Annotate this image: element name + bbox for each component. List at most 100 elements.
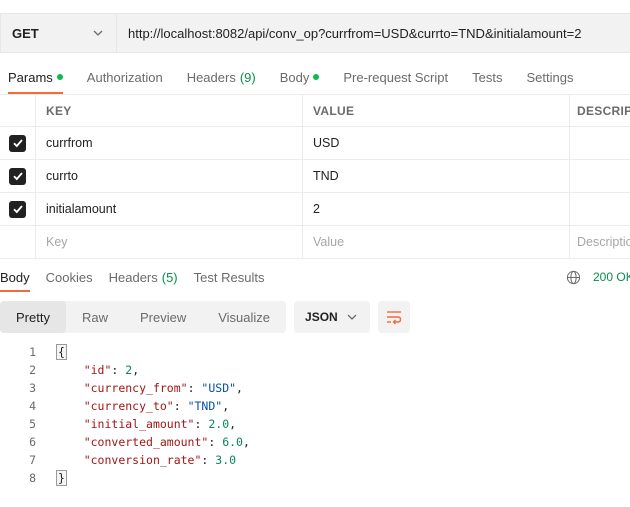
json-separator: , [242, 435, 250, 449]
code-content: { [56, 344, 67, 360]
code-content: "currency_from": "USD", [83, 381, 243, 395]
param-value[interactable]: 2 [303, 193, 570, 225]
code-content: "initial_amount": 2.0, [83, 417, 237, 431]
code-line: 4 "currency_to": "TND", [0, 397, 630, 415]
response-tab-test-results[interactable]: Test Results [194, 262, 265, 292]
param-key[interactable]: currfrom [36, 127, 303, 159]
format-label: JSON [305, 310, 338, 324]
tab-authorization[interactable]: Authorization [87, 60, 163, 94]
response-tab-test-results-label: Test Results [193, 269, 265, 285]
table-row-new: Key Value Description [0, 226, 630, 259]
code-content: "id": 2, [83, 363, 140, 377]
json-key: "currency_from" [83, 381, 188, 395]
chevron-down-icon [93, 30, 103, 36]
code-line: 3 "currency_from": "USD", [0, 379, 630, 397]
pretty-button[interactable]: Pretty [0, 301, 66, 333]
row-checkbox-cell [0, 193, 36, 225]
request-tabs: Params Authorization Headers (9) Body Pr… [0, 60, 630, 94]
json-key: "converted_amount" [83, 435, 209, 449]
response-tab-cookies-label: Cookies [45, 269, 93, 285]
param-description[interactable] [570, 127, 630, 159]
header-key: KEY [36, 95, 303, 126]
param-checkbox[interactable] [9, 167, 26, 185]
tab-headers[interactable]: Headers (9) [187, 60, 256, 94]
tab-tests[interactable]: Tests [472, 60, 502, 94]
new-description-input[interactable]: Description [570, 226, 630, 258]
json-key: "initial_amount" [83, 417, 195, 431]
preview-button[interactable]: Preview [124, 301, 202, 333]
code-line: 7 "conversion_rate": 3.0 [0, 451, 630, 469]
param-checkbox[interactable] [9, 200, 26, 218]
new-key-input[interactable]: Key [36, 226, 303, 258]
visualize-button[interactable]: Visualize [202, 301, 286, 333]
response-body-editor[interactable]: 1 { 2 "id": 2, 3 "currency_from": "USD",… [0, 343, 630, 487]
raw-button[interactable]: Raw [66, 301, 124, 333]
checkmark-icon [12, 139, 23, 148]
request-url-bar: GET http://localhost:8082/api/conv_op?cu… [0, 13, 630, 53]
tab-authorization-label: Authorization [86, 69, 163, 85]
response-tab-cookies[interactable]: Cookies [46, 262, 93, 292]
tab-tests-label: Tests [472, 69, 503, 85]
code-line: 1 { [0, 343, 630, 361]
table-row: initialamount 2 [0, 193, 630, 226]
code-line: 6 "converted_amount": 6.0, [0, 433, 630, 451]
new-value-input[interactable]: Value [303, 226, 570, 258]
param-description[interactable] [570, 193, 630, 225]
line-number: 2 [29, 363, 36, 377]
json-value: 2.0 [208, 417, 230, 431]
globe-icon[interactable] [566, 270, 581, 285]
param-key[interactable]: currto [36, 160, 303, 192]
param-description[interactable] [570, 160, 630, 192]
response-status: 200 OK [566, 262, 630, 292]
tab-prerequest-label: Pre-request Script [343, 69, 449, 85]
tab-body[interactable]: Body [280, 60, 320, 94]
header-value: VALUE [303, 95, 570, 126]
param-value[interactable]: TND [303, 160, 570, 192]
line-number: 1 [29, 345, 36, 359]
view-mode-segmented: Pretty Raw Preview Visualize [0, 301, 287, 333]
response-tab-headers[interactable]: Headers (5) [109, 262, 178, 292]
response-tab-headers-label: Headers [108, 269, 158, 285]
line-number: 6 [29, 435, 36, 449]
response-tab-body-label: Body [0, 269, 30, 285]
json-key: "conversion_rate" [83, 453, 202, 467]
json-value: "TND" [187, 399, 223, 413]
header-checkbox-cell [0, 95, 36, 126]
line-number: 4 [29, 399, 36, 413]
tab-settings[interactable]: Settings [526, 60, 573, 94]
tab-headers-count: (9) [239, 69, 256, 85]
response-toolbar: Pretty Raw Preview Visualize JSON [0, 301, 411, 333]
url-input[interactable]: http://localhost:8082/api/conv_op?currfr… [116, 13, 630, 53]
wrap-lines-button[interactable] [378, 301, 411, 333]
param-checkbox[interactable] [9, 134, 26, 152]
param-key[interactable]: initialamount [36, 193, 303, 225]
response-tab-body[interactable]: Body [0, 262, 30, 292]
table-row: currto TND [0, 160, 630, 193]
tab-prerequest-script[interactable]: Pre-request Script [343, 60, 448, 94]
line-number: 8 [29, 471, 36, 485]
chevron-down-icon [347, 314, 357, 320]
table-row: currfrom USD [0, 127, 630, 160]
code-content: "conversion_rate": 3.0 [83, 453, 237, 467]
row-checkbox-cell [0, 160, 36, 192]
code-content: } [56, 470, 67, 486]
body-active-dot [313, 74, 320, 80]
json-value: 6.0 [222, 435, 243, 449]
wrap-lines-icon [387, 311, 402, 325]
param-value[interactable]: USD [303, 127, 570, 159]
line-number: 7 [29, 453, 36, 467]
format-select[interactable]: JSON [294, 301, 371, 333]
response-tab-headers-count: (5) [161, 269, 178, 285]
status-code[interactable]: 200 OK [593, 270, 630, 284]
json-separator: , [132, 363, 140, 377]
row-checkbox-cell [0, 226, 36, 258]
line-number: 3 [29, 381, 36, 395]
tab-params[interactable]: Params [8, 60, 63, 94]
code-line: 8 } [0, 469, 630, 487]
checkmark-icon [12, 172, 23, 181]
code-line: 2 "id": 2, [0, 361, 630, 379]
tab-headers-label: Headers [186, 69, 236, 85]
method-select[interactable]: GET [0, 13, 116, 53]
json-separator: , [236, 381, 243, 395]
line-number: 5 [29, 417, 36, 431]
